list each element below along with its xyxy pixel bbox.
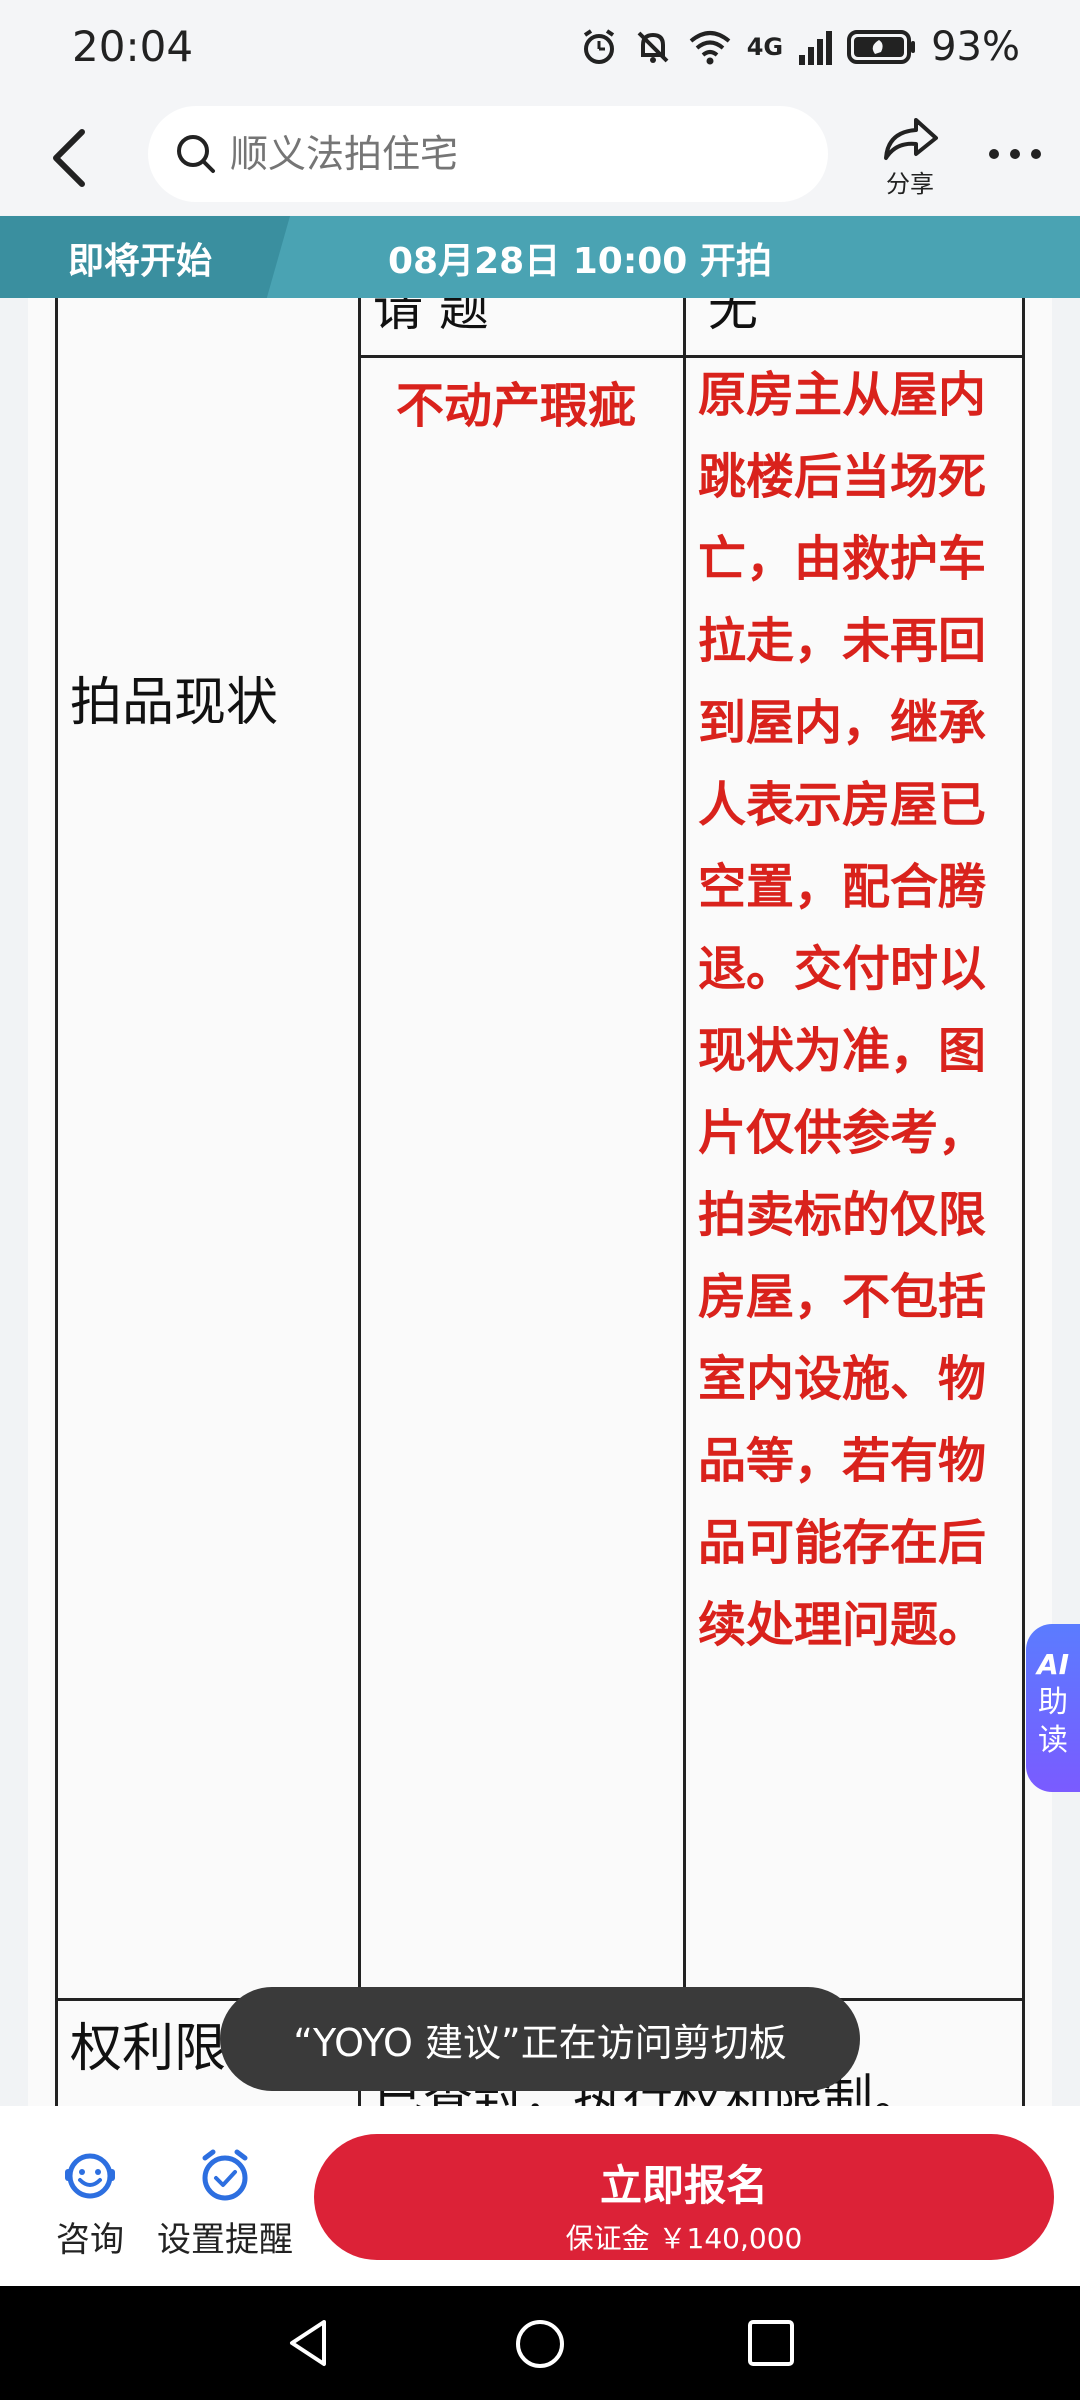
chevron-left-icon xyxy=(53,129,85,187)
back-triangle-icon[interactable] xyxy=(282,2316,336,2370)
table-partial-cell: 无 xyxy=(708,298,758,337)
more-button[interactable] xyxy=(980,124,1050,184)
defect-description: 原房主从屋内跳楼后当场死亡，由救护车拉走，未再回到屋内，继承人表示房屋已空置，配… xyxy=(698,367,987,1653)
system-navigation-bar xyxy=(0,2286,1080,2400)
set-reminder-button[interactable]: 设置提醒 xyxy=(155,2148,295,2261)
row-label-rights: 权利限 xyxy=(70,2019,227,2079)
row-label-status: 拍品现状 xyxy=(70,673,279,733)
status-time: 20:04 xyxy=(72,22,194,71)
ai-reader-tab[interactable]: AI 助 读 xyxy=(1026,1624,1080,1792)
share-label: 分享 xyxy=(886,170,934,198)
consult-label: 咨询 xyxy=(56,2220,124,2260)
share-button[interactable]: 分享 xyxy=(870,112,950,202)
share-icon xyxy=(884,118,938,160)
signup-label: 立即报名 xyxy=(599,2161,768,2210)
more-icon xyxy=(989,149,1041,159)
auction-banner: 即将开始 08月28日 10:00 开拍 xyxy=(0,216,1080,298)
signal-icon xyxy=(799,31,833,65)
auction-status-badge: 即将开始 xyxy=(0,216,290,298)
auction-detail-table: 请 题 无 拍品现状 不动产瑕疵 原房主从屋内跳楼后当场死亡，由救护车拉走，未再… xyxy=(28,298,1052,2106)
ai-tab-text: 读 xyxy=(1038,1723,1068,1758)
table-border-col1 xyxy=(358,298,361,2106)
home-circle-icon[interactable] xyxy=(512,2316,568,2372)
deposit-amount: 保证金 ￥140,000 xyxy=(565,2222,803,2255)
top-nav: 分享 xyxy=(0,100,1080,215)
status-icons: 4G 93% xyxy=(579,24,1020,70)
customer-service-icon xyxy=(65,2153,115,2199)
auction-start-time: 08月28日 10:00 开拍 xyxy=(388,241,772,282)
alarm-icon xyxy=(583,29,614,64)
recents-square-icon[interactable] xyxy=(744,2316,798,2370)
search-input[interactable] xyxy=(228,131,792,177)
battery-level: 93% xyxy=(931,24,1020,70)
back-button[interactable] xyxy=(38,118,118,198)
ai-label: AI xyxy=(1036,1648,1070,1681)
table-border-left xyxy=(55,298,58,2106)
mute-icon xyxy=(637,31,669,63)
status-bar: 20:04 4G 93% xyxy=(0,0,1080,100)
clipboard-toast: “YOYO 建议”正在访问剪切板 xyxy=(220,1987,860,2091)
wifi-icon xyxy=(689,31,730,65)
table-partial-cell: 请 题 xyxy=(373,298,489,337)
search-icon xyxy=(177,135,215,173)
defect-label: 不动产瑕疵 xyxy=(396,378,637,434)
battery-icon xyxy=(847,30,916,64)
search-box[interactable] xyxy=(148,106,828,202)
reminder-label: 设置提醒 xyxy=(157,2220,293,2260)
network-type: 4G xyxy=(746,33,784,61)
bottom-action-bar: 咨询 设置提醒 立即报名 保证金 ￥140,000 xyxy=(0,2106,1080,2286)
alarm-clock-icon xyxy=(202,2149,248,2201)
auction-status: 即将开始 xyxy=(68,241,213,282)
table-border-col2 xyxy=(683,298,686,1998)
row-label-rights-2: 况 xyxy=(70,2088,122,2106)
consult-button[interactable]: 咨询 xyxy=(50,2148,130,2261)
signup-button[interactable]: 立即报名 保证金 ￥140,000 xyxy=(314,2134,1054,2260)
table-border-right xyxy=(1022,298,1025,2106)
ai-tab-text: 助 xyxy=(1038,1685,1068,1720)
